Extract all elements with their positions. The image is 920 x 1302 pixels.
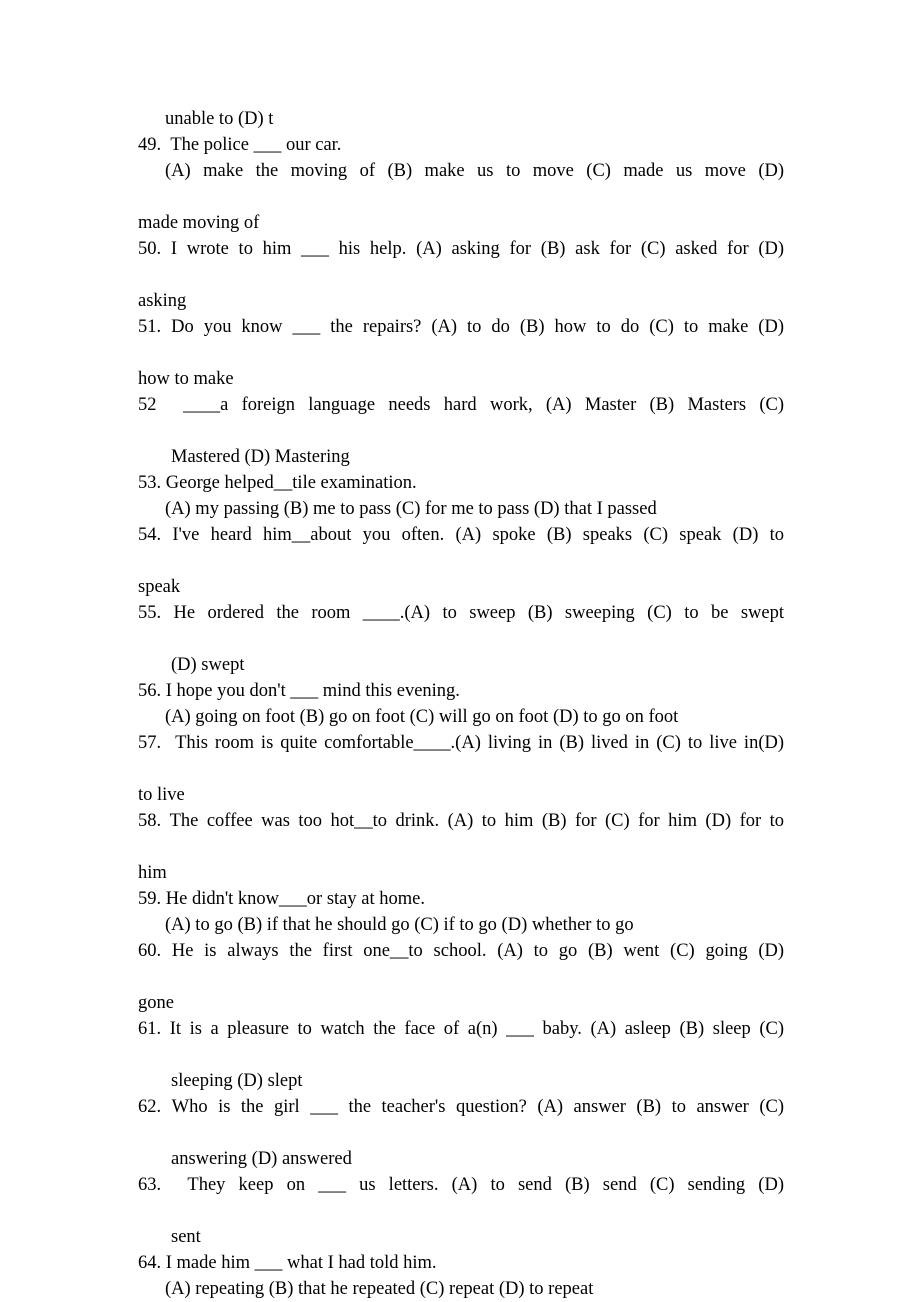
question-52-text: ____a foreign language needs hard work, …: [183, 395, 785, 415]
question-62-text: Who is the girl ___ the teacher's questi…: [171, 1097, 785, 1117]
question-55-number: 55.: [138, 603, 162, 623]
question-50-overflow: asking: [138, 291, 187, 311]
question-51: 51. Do you know ___ the repairs? (A) to …: [138, 314, 784, 366]
question-57-overflow: to live: [138, 785, 185, 805]
question-61-number: 61.: [138, 1019, 162, 1039]
question-55: 55. He ordered the room ____.(A) to swee…: [138, 600, 784, 652]
question-59-text: He didn't know___or stay at home.: [165, 889, 425, 909]
question-58-number: 58.: [138, 811, 162, 831]
carryover-fragment: unable to (D) t: [165, 109, 274, 129]
question-55-text: He ordered the room ____.(A) to sweep (B…: [173, 603, 784, 623]
question-57: 57. This room is quite comfortable____.(…: [138, 730, 784, 782]
question-59-number: 59.: [138, 889, 162, 909]
question-52-number: 52: [138, 395, 157, 415]
question-49-stem: 49. The police ___ our car.: [138, 132, 784, 158]
question-53-number: 53.: [138, 473, 162, 493]
question-54-text: I've heard him__about you often. (A) spo…: [172, 525, 785, 545]
question-52-overflow: Mastered (D) Mastering: [171, 447, 350, 467]
question-59-options: (A) to go (B) if that he should go (C) i…: [165, 915, 634, 935]
question-54: 54. I've heard him__about you often. (A)…: [138, 522, 784, 574]
question-64-number: 64.: [138, 1253, 162, 1273]
question-53-options: (A) my passing (B) me to pass (C) for me…: [165, 499, 657, 519]
question-49-number: 49.: [138, 135, 162, 155]
question-61-text: It is a pleasure to watch the face of a(…: [169, 1019, 785, 1039]
question-57-number: 57.: [138, 733, 162, 753]
question-49-overflow: made moving of: [138, 213, 260, 233]
question-60: 60. He is always the first one__to schoo…: [138, 938, 784, 990]
question-58: 58. The coffee was too hot__to drink. (A…: [138, 808, 784, 860]
question-51-overflow: how to make: [138, 369, 234, 389]
question-59-stem: 59. He didn't know___or stay at home.: [138, 886, 784, 912]
question-56-number: 56.: [138, 681, 162, 701]
question-55-overflow: (D) swept: [171, 655, 245, 675]
question-53-text: George helped__tile examination.: [165, 473, 417, 493]
question-49-options: (A) make the moving of (B) make us to mo…: [165, 161, 784, 181]
question-64-text: I made him ___ what I had told him.: [165, 1253, 437, 1273]
question-53-stem: 53. George helped__tile examination.: [138, 470, 784, 496]
question-63-text: They keep on ___ us letters. (A) to send…: [187, 1175, 784, 1195]
question-58-text: The coffee was too hot__to drink. (A) to…: [169, 811, 784, 831]
question-49-text: The police ___ our car.: [170, 135, 342, 155]
question-64-options: (A) repeating (B) that he repeated (C) r…: [165, 1279, 594, 1299]
question-58-overflow: him: [138, 863, 167, 883]
question-64-stem: 64. I made him ___ what I had told him.: [138, 1250, 784, 1276]
question-52: 52 ____a foreign language needs hard wor…: [138, 392, 784, 444]
question-54-number: 54.: [138, 525, 162, 545]
question-63: 63. They keep on ___ us letters. (A) to …: [138, 1172, 784, 1224]
question-51-number: 51.: [138, 317, 162, 337]
question-57-text: This room is quite comfortable____.(A) l…: [175, 733, 785, 753]
question-63-number: 63.: [138, 1175, 162, 1195]
question-56-stem: 56. I hope you don't ___ mind this eveni…: [138, 678, 784, 704]
question-62-overflow: answering (D) answered: [171, 1149, 352, 1169]
question-60-overflow: gone: [138, 993, 174, 1013]
question-60-text: He is always the first one__to school. (…: [171, 941, 784, 961]
question-61: 61. It is a pleasure to watch the face o…: [138, 1016, 784, 1068]
question-50-number: 50.: [138, 239, 162, 259]
question-62-number: 62.: [138, 1097, 162, 1117]
question-54-overflow: speak: [138, 577, 181, 597]
question-56-options: (A) going on foot (B) go on foot (C) wil…: [165, 707, 679, 727]
question-50: 50. I wrote to him ___ his help. (A) ask…: [138, 236, 784, 288]
question-62: 62. Who is the girl ___ the teacher's qu…: [138, 1094, 784, 1146]
question-61-overflow: sleeping (D) slept: [171, 1071, 303, 1091]
question-list: unable to (D) t 49. The police ___ our c…: [138, 106, 784, 1302]
question-51-text: Do you know ___ the repairs? (A) to do (…: [171, 317, 784, 337]
question-60-number: 60.: [138, 941, 162, 961]
document-page: unable to (D) t 49. The police ___ our c…: [0, 0, 920, 1302]
question-56-text: I hope you don't ___ mind this evening.: [165, 681, 460, 701]
question-63-overflow: sent: [171, 1227, 201, 1247]
question-50-text: I wrote to him ___ his help. (A) asking …: [170, 239, 785, 259]
